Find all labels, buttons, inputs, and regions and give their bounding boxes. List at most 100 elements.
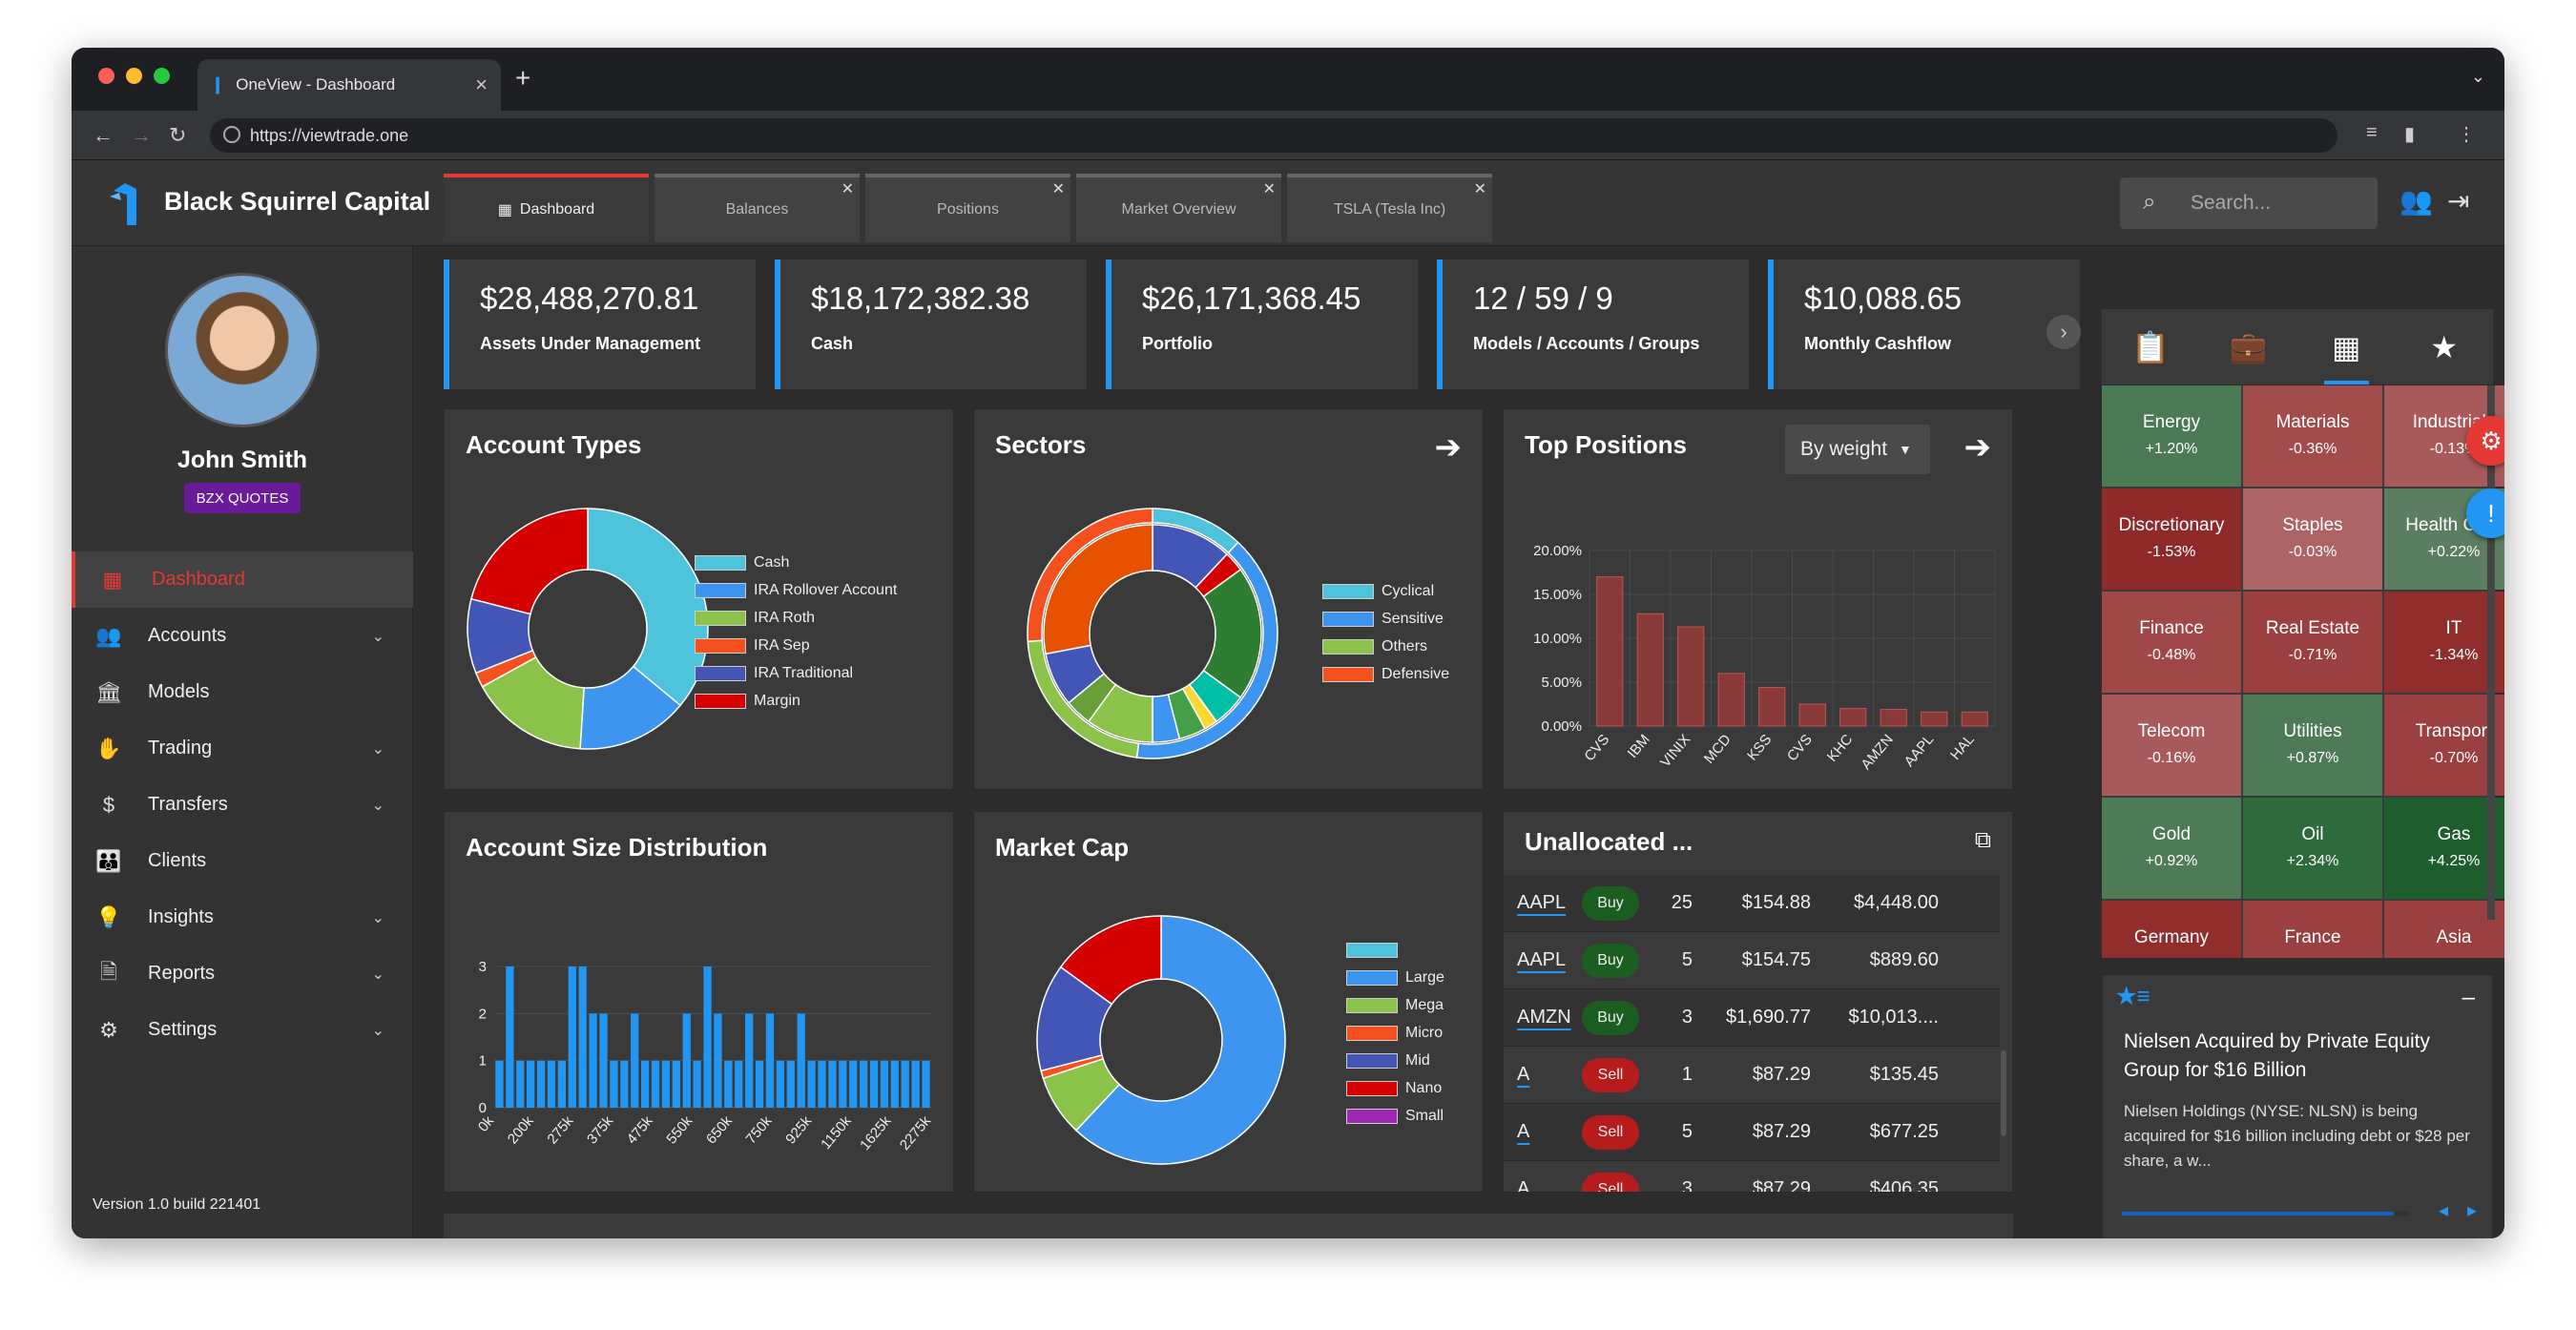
heatmap-cell[interactable]: Staples -0.03%	[2243, 488, 2382, 590]
table-row[interactable]: AMZN Buy 3 $1,690.77 $10,013....	[1504, 989, 2000, 1047]
kpi-monthly-cashflow[interactable]: $10,088.65 Monthly Cashflow	[1768, 260, 2080, 389]
bar[interactable]	[765, 1013, 775, 1108]
prev-news-icon[interactable]: ◂	[2439, 1198, 2448, 1222]
bar[interactable]	[589, 1013, 597, 1108]
tab-briefcase[interactable]: 💼	[2200, 309, 2298, 384]
close-window-button[interactable]	[98, 68, 114, 84]
account-type-slice[interactable]	[470, 508, 589, 615]
browser-menu-icon[interactable]: ⋮	[2457, 122, 2476, 146]
sidebar-item-insights[interactable]: 💡 Insights ⌄	[72, 889, 413, 946]
back-icon[interactable]: ←	[93, 123, 114, 148]
ticker-link[interactable]: A	[1504, 1178, 1582, 1192]
bar[interactable]	[786, 1060, 795, 1108]
kpi-aum[interactable]: $28,488,270.81 Assets Under Management	[444, 260, 756, 389]
sidebar-item-dashboard[interactable]: ▦ Dashboard	[72, 551, 413, 608]
browser-tab[interactable]: ❙ OneView - Dashboard ×	[197, 59, 501, 111]
heatmap-cell[interactable]: Discretionary -1.53%	[2102, 488, 2241, 590]
heatmap-cell[interactable]: Energy +1.20%	[2102, 385, 2241, 487]
arrow-right-icon[interactable]: ➔	[1435, 428, 1463, 467]
heatmap-cell[interactable]: Germany -1.05%	[2102, 901, 2241, 958]
bar[interactable]	[599, 1013, 608, 1108]
bar[interactable]	[818, 1060, 826, 1108]
kpi-scroll-right-icon[interactable]: ›	[2046, 315, 2081, 349]
bar[interactable]	[1961, 711, 1988, 727]
logout-icon[interactable]: ⇥	[2447, 185, 2469, 217]
sidebar-item-transfers[interactable]: $ Transfers ⌄	[72, 777, 413, 833]
sidebar-item-models[interactable]: 🏛 Models	[72, 664, 413, 720]
bar[interactable]	[610, 1060, 618, 1108]
bar[interactable]	[495, 1060, 504, 1108]
bar[interactable]	[536, 1060, 546, 1108]
bar[interactable]	[839, 1060, 847, 1108]
url-input[interactable]: https://viewtrade.one	[210, 118, 2337, 153]
bar[interactable]	[672, 1060, 680, 1108]
bar[interactable]	[661, 1060, 671, 1108]
bar[interactable]	[1596, 576, 1624, 727]
ticker-link[interactable]: A	[1504, 1121, 1582, 1143]
close-tab-icon[interactable]: ✕	[1052, 179, 1065, 198]
tab-positions[interactable]: Positions ✕	[865, 174, 1070, 242]
site-info-icon[interactable]	[223, 126, 240, 143]
minimize-window-button[interactable]	[126, 68, 142, 84]
ticker-link[interactable]: AAPL	[1504, 949, 1582, 971]
bar[interactable]	[1880, 709, 1907, 727]
avatar[interactable]	[165, 273, 320, 427]
next-news-icon[interactable]: ▸	[2467, 1198, 2477, 1222]
forward-icon[interactable]: →	[131, 123, 152, 148]
tab-clipboard[interactable]: 📋	[2102, 309, 2200, 384]
legend-item[interactable]	[1346, 936, 1444, 964]
bar[interactable]	[568, 966, 576, 1108]
bar[interactable]	[922, 1060, 930, 1108]
bar[interactable]	[631, 1013, 639, 1108]
bar[interactable]	[557, 1060, 567, 1108]
search-input[interactable]: ⌕ Search...	[2120, 177, 2378, 229]
bar[interactable]	[724, 1060, 733, 1108]
bar[interactable]	[506, 966, 514, 1108]
table-scrollbar[interactable]	[2001, 1050, 2006, 1136]
legend-item[interactable]: Nano	[1346, 1074, 1444, 1102]
legend-item[interactable]: Micro	[1346, 1019, 1444, 1047]
reload-icon[interactable]: ↻	[169, 123, 186, 148]
quotes-badge[interactable]: BZX QUOTES	[184, 483, 301, 513]
legend-item[interactable]: Mega	[1346, 991, 1444, 1019]
heatmap-cell[interactable]: Oil +2.34%	[2243, 798, 2382, 899]
weight-dropdown[interactable]: By weight ▼	[1785, 425, 1930, 474]
account-type-slice[interactable]	[587, 508, 709, 707]
sidebar-item-reports[interactable]: 🗎 Reports ⌄	[72, 946, 413, 1002]
bar[interactable]	[1921, 711, 1948, 727]
bar[interactable]	[890, 1060, 899, 1108]
bar[interactable]	[1636, 613, 1664, 727]
heatmap-cell[interactable]: Gold +0.92%	[2102, 798, 2241, 899]
tab-favorites[interactable]: ★	[2396, 309, 2494, 384]
bar[interactable]	[797, 1013, 805, 1108]
legend-item[interactable]: Cyclical	[1322, 577, 1449, 605]
tab-dashboard[interactable]: ▦ Dashboard	[444, 174, 649, 242]
new-tab-button[interactable]: +	[515, 63, 530, 94]
heatmap-cell[interactable]: Materials -0.36%	[2243, 385, 2382, 487]
heatmap-cell[interactable]: Real Estate -0.71%	[2243, 592, 2382, 693]
legend-item[interactable]: IRA Sep	[695, 632, 897, 659]
bar[interactable]	[527, 1060, 535, 1108]
legend-item[interactable]: Margin	[695, 687, 897, 715]
legend-item[interactable]: Large	[1346, 964, 1444, 991]
legend-item[interactable]: Small	[1346, 1102, 1444, 1130]
bar[interactable]	[869, 1060, 879, 1108]
legend-item[interactable]: Sensitive	[1322, 605, 1449, 633]
bar[interactable]	[1677, 626, 1705, 727]
kpi-cash[interactable]: $18,172,382.38 Cash	[775, 260, 1087, 389]
bar[interactable]	[1758, 687, 1786, 727]
heatmap-scrollbar[interactable]	[2487, 385, 2495, 920]
ticker-link[interactable]: A	[1504, 1064, 1582, 1086]
kpi-models-accounts-groups[interactable]: 12 / 59 / 9 Models / Accounts / Groups	[1437, 260, 1749, 389]
sidebar-item-clients[interactable]: 👪 Clients	[72, 833, 413, 889]
bar[interactable]	[547, 1060, 556, 1108]
bar[interactable]	[911, 1060, 920, 1108]
bar[interactable]	[859, 1060, 868, 1108]
sidebar-item-accounts[interactable]: 👥 Accounts ⌄	[72, 608, 413, 664]
legend-item[interactable]: Mid	[1346, 1047, 1444, 1074]
close-tab-icon[interactable]: ✕	[1474, 179, 1486, 198]
bar[interactable]	[682, 1013, 691, 1108]
close-tab-icon[interactable]: ✕	[841, 179, 854, 198]
sidebar-item-settings[interactable]: ⚙ Settings ⌄	[72, 1002, 413, 1058]
sidepanel-icon[interactable]: ▮	[2404, 122, 2415, 146]
